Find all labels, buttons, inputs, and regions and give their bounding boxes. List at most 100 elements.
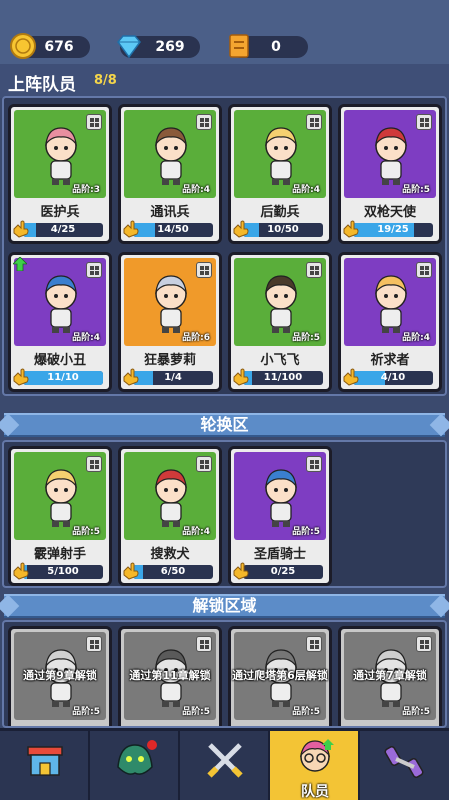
upgrade-hand-icon (123, 220, 139, 238)
unlock-title: 解锁区域 (192, 596, 257, 615)
dumbbell-icon (384, 746, 424, 778)
hero-shard-progress: 4/10 (353, 371, 433, 385)
hero-rank: 品阶:4 (182, 185, 210, 195)
hero-rank: 品阶:5 (182, 707, 210, 717)
hero-figure (265, 275, 297, 333)
hero-figure (45, 275, 77, 333)
locked-hero-card[interactable]: 品阶:5 通过第9章解锁 (8, 626, 112, 726)
progress-text: 11/100 (263, 372, 303, 383)
locked-hero-card[interactable]: 品阶:5 通过第7章解锁 (338, 626, 442, 726)
class-tag-icon (306, 114, 322, 130)
lineup-title: 上阵队员 (8, 75, 76, 95)
upgrade-hand-icon (123, 562, 139, 580)
upgrade-arrow-icon (13, 257, 27, 271)
resource-bar: 676 269 0 (0, 0, 449, 64)
crossed-swords-icon (207, 743, 243, 778)
hero-rank: 品阶:5 (402, 707, 430, 717)
hero-name: 霰弹射手 (33, 547, 86, 562)
hero-card[interactable]: 品阶:4 爆破小丑 11/10 (8, 252, 112, 392)
hero-name: 医护兵 (40, 205, 80, 220)
class-tag-icon (306, 456, 322, 472)
ticket-counter[interactable]: 0 (229, 34, 308, 58)
unlock-panel: 品阶:5 通过第9章解锁 品阶:5 通过第11章解锁 品阶:5 通过爬塔第6层解锁 品阶:5… (2, 620, 447, 728)
class-tag-icon (86, 114, 102, 130)
gem-counter[interactable]: 269 (117, 35, 200, 59)
nav-battle[interactable] (180, 731, 270, 800)
lineup-count: 8/8 (94, 73, 117, 88)
hero-portrait: 品阶:3 (14, 110, 106, 198)
diamond-icon (117, 35, 141, 59)
unlock-header: 解锁区域 (0, 594, 449, 618)
hero-card[interactable]: 品阶:4 通讯兵 14/50 (118, 104, 222, 244)
coin-counter[interactable]: 676 (10, 33, 90, 59)
class-tag-icon (196, 456, 212, 472)
hero-shard-progress: 6/50 (133, 565, 213, 579)
progress-text: 5/100 (47, 566, 79, 577)
hero-shard-progress: 5/100 (23, 565, 103, 579)
hero-card[interactable]: 品阶:3 医护兵 4/25 (8, 104, 112, 244)
ticket-count: 0 (271, 39, 281, 55)
team-member-icon (299, 739, 334, 772)
hero-rank: 品阶:3 (72, 185, 100, 195)
locked-hero-card[interactable]: 品阶:5 通过第11章解锁 (118, 626, 222, 726)
hero-portrait: 品阶:5 (14, 452, 106, 540)
upgrade-hand-icon (343, 368, 359, 386)
hero-card[interactable]: 品阶:5 双枪天使 19/25 (338, 104, 442, 244)
hero-card[interactable]: 品阶:4 祈求者 4/10 (338, 252, 442, 392)
hero-rank: 品阶:5 (72, 707, 100, 717)
hero-figure (375, 275, 407, 333)
hero-name: 圣盾骑士 (253, 547, 306, 562)
progress-text: 19/25 (377, 224, 409, 235)
hero-card[interactable]: 品阶:4 后勤兵 10/50 (228, 104, 332, 244)
hero-shard-progress: 0/25 (243, 565, 323, 579)
unlock-condition: 通过第11章解锁 (129, 669, 211, 682)
monster-icon (117, 740, 157, 775)
hero-portrait: 品阶:4 (124, 110, 216, 198)
class-tag-icon (196, 114, 212, 130)
hero-figure (45, 127, 77, 185)
unlock-condition: 通过第9章解锁 (23, 669, 97, 682)
hero-shard-progress: 14/50 (133, 223, 213, 237)
hero-name: 小飞飞 (260, 353, 300, 368)
hero-card[interactable]: 品阶:5 圣盾骑士 0/25 (228, 446, 332, 586)
bottom-nav: 队员 (0, 728, 449, 800)
hero-name: 双枪天使 (363, 205, 416, 220)
upgrade-hand-icon (233, 368, 249, 386)
hero-name: 祈求者 (370, 353, 410, 368)
progress-text: 11/10 (47, 372, 79, 383)
hero-card[interactable]: 品阶:4 搜救犬 6/50 (118, 446, 222, 586)
hero-rank: 品阶:5 (292, 333, 320, 343)
hero-shard-progress: 11/100 (243, 371, 323, 385)
hero-figure (155, 469, 187, 527)
hero-card[interactable]: 品阶:6 狂暴萝莉 1/4 (118, 252, 222, 392)
nav-training[interactable] (360, 731, 449, 800)
hero-figure (155, 275, 187, 333)
rotation-title: 轮换区 (200, 415, 249, 434)
upgrade-hand-icon (13, 220, 29, 238)
unlock-condition: 通过爬塔第6层解锁 (232, 669, 328, 682)
hero-figure (265, 127, 297, 185)
hero-portrait: 品阶:4 (14, 258, 106, 346)
upgrade-hand-icon (123, 368, 139, 386)
hero-name: 狂暴萝莉 (143, 353, 196, 368)
hero-card[interactable]: 品阶:5 霰弹射手 5/100 (8, 446, 112, 586)
hero-shard-progress: 1/4 (133, 371, 213, 385)
hero-card[interactable]: 品阶:5 小飞飞 11/100 (228, 252, 332, 392)
nav-shop[interactable] (0, 731, 90, 800)
class-tag-icon (416, 636, 432, 652)
hero-figure (265, 469, 297, 527)
nav-team[interactable]: 队员 (270, 731, 360, 800)
hero-figure (155, 127, 187, 185)
rotation-panel: 品阶:5 霰弹射手 5/100 品阶:4 搜救犬 6/50 品阶:5 圣盾骑士 0/25 (2, 440, 447, 588)
lineup-header: 上阵队员 8/8 (0, 64, 449, 98)
hero-rank: 品阶:6 (182, 333, 210, 343)
hero-portrait: 品阶:4 (234, 110, 326, 198)
hero-rank: 品阶:5 (72, 527, 100, 537)
coin-icon (10, 33, 36, 59)
nav-monster[interactable] (90, 731, 180, 800)
hero-portrait: 品阶:5 (234, 258, 326, 346)
hero-shard-progress: 11/10 (23, 371, 103, 385)
hero-shard-progress: 19/25 (353, 223, 433, 237)
locked-hero-card[interactable]: 品阶:5 通过爬塔第6层解锁 (228, 626, 332, 726)
upgrade-hand-icon (13, 562, 29, 580)
